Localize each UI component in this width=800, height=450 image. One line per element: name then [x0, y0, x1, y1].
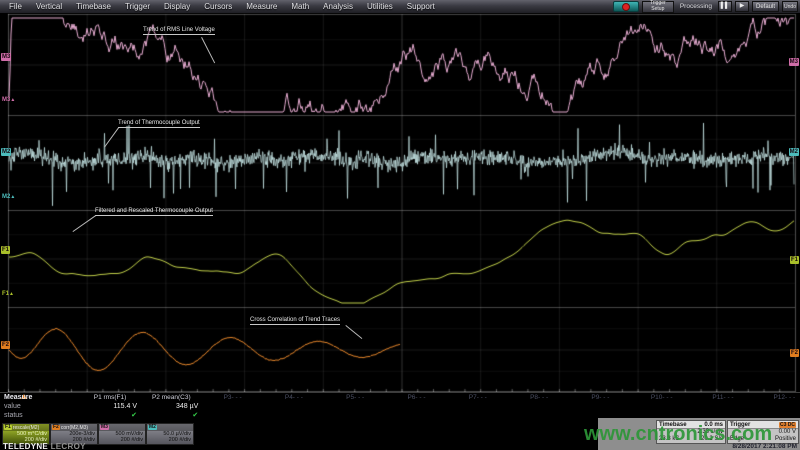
processing-status: Processing	[677, 3, 715, 10]
waveform-grid: M3 M2 F1 F2 M3 M2 F1 F2 M3▲ M2▲ F1▲ Trend of RMS Li…	[0, 13, 800, 392]
default-button[interactable]: Default	[752, 1, 779, 12]
trace-tag-f1: F1	[4, 425, 12, 430]
trigger-mode: Edge	[730, 436, 744, 443]
menu-item-timebase[interactable]: Timebase	[69, 2, 118, 11]
zero-level-marker-f1[interactable]: F1▲	[2, 291, 14, 298]
brand-logo: TELEDYNE LECROY	[3, 442, 86, 450]
menu-item-cursors[interactable]: Cursors	[197, 2, 239, 11]
status-check-icon: ✔	[192, 411, 198, 419]
measure-label: P6- - -	[388, 394, 446, 401]
annotation-leader-f1	[72, 215, 96, 232]
menu-item-support[interactable]: Support	[400, 2, 442, 11]
measure-label: P12- - -	[755, 394, 800, 401]
trace-offset-tag-f1-left[interactable]: F1	[1, 246, 10, 254]
status-check-icon: ✔	[131, 411, 137, 419]
trace-offset-tag-f1-right[interactable]: F1	[790, 256, 799, 264]
measure-label: P8- - -	[510, 394, 568, 401]
timebase-offset: 0.0 ms	[704, 422, 723, 428]
menu-item-analysis[interactable]: Analysis	[316, 2, 360, 11]
trigger-setup-button[interactable]: Trigger Setup	[642, 1, 674, 13]
trigger-source-chip: C3 DC	[779, 422, 796, 428]
measure-label: P10- - -	[633, 394, 691, 401]
measure-row-label: Measure	[4, 394, 32, 401]
menu-item-utilities[interactable]: Utilities	[360, 2, 400, 11]
toolbar: Trigger Setup Processing ▌▌ ▶ Default Un…	[613, 0, 800, 13]
annotation-leader-m2	[104, 127, 119, 147]
menu-items: FileVerticalTimebaseTriggerDisplayCursor…	[2, 0, 442, 13]
menu-item-math[interactable]: Math	[284, 2, 316, 11]
trace-tag-m3: M3	[100, 425, 109, 430]
annotation-leader-f2	[345, 325, 362, 339]
descriptor-value: 200 #/div	[147, 437, 193, 443]
descriptor-header: F2corr(M2,M3)	[51, 424, 97, 431]
measure-value: 115.4 V	[113, 403, 137, 410]
measure-label: P2 mean(C3)	[142, 394, 200, 401]
menu-item-trigger[interactable]: Trigger	[118, 2, 157, 11]
value-row-label: value	[4, 403, 21, 410]
annotation-leader-m3	[201, 37, 215, 63]
timebase-rate: 20.2 S/s	[701, 436, 723, 443]
trace-tag-f2: F2	[52, 425, 60, 430]
timebase-label: Timebase	[659, 422, 687, 428]
menu-item-file[interactable]: File	[2, 2, 29, 11]
trigger-setup-label-2: Setup	[651, 7, 664, 13]
trigger-level: 0.00 V	[779, 429, 796, 436]
annotation-m3: Trend of RMS Line Voltage	[143, 27, 215, 35]
measure-label: P3- - -	[204, 394, 262, 401]
trace-offset-tag-m3-left[interactable]: M3	[1, 53, 11, 61]
descriptor-header: M3	[99, 424, 145, 431]
annotation-f2: Cross Correlation of Trend Traces	[250, 317, 340, 325]
menu-bar: FileVerticalTimebaseTriggerDisplayCursor…	[0, 0, 800, 14]
descriptor-value: 200 #/div	[99, 437, 145, 443]
record-button[interactable]	[613, 1, 639, 12]
oscilloscope-screen: FileVerticalTimebaseTriggerDisplayCursor…	[0, 0, 800, 450]
trace-offset-tag-f2-right[interactable]: F2	[790, 349, 799, 357]
descriptor-header: F1rescale(M2)	[3, 424, 49, 431]
descriptor-m2[interactable]: M250.0 µV/div200 #/div	[146, 423, 194, 445]
measure-label: P5- - -	[326, 394, 384, 401]
measure-value: 348 µV	[176, 403, 198, 410]
descriptor-title: rescale(M2)	[13, 425, 39, 431]
waveform-overlays: M3 M2 F1 F2 M3 M2 F1 F2 M3▲ M2▲ F1▲ Trend of RMS Li…	[0, 13, 800, 392]
pause-button[interactable]: ▌▌	[718, 1, 732, 12]
trace-offset-tag-m2-right[interactable]: M2	[789, 148, 799, 156]
status-row-label: status	[4, 412, 23, 419]
brand-teledyne: TELEDYNE	[3, 442, 48, 450]
measure-label: P7- - -	[449, 394, 507, 401]
descriptor-title: corr(M2,M3)	[61, 425, 88, 431]
menu-item-measure[interactable]: Measure	[239, 2, 284, 11]
trace-tag-m2: M2	[148, 425, 157, 430]
timebase-box[interactable]: Timebase 0.0 ms 2.33 s/div 23.3 kS 20.2 …	[656, 420, 726, 444]
annotation-f1: Filtered and Rescaled Thermocouple Outpu…	[95, 208, 213, 216]
play-button[interactable]: ▶	[735, 1, 749, 12]
measure-label: P4- - -	[265, 394, 323, 401]
trigger-box[interactable]: Trigger C3 DC 0.00 V Edge Positive	[727, 420, 799, 444]
timebase-samples: 23.3 kS	[659, 436, 679, 443]
record-icon	[622, 3, 630, 11]
zero-level-marker-m3[interactable]: M3▲	[2, 97, 15, 104]
datetime-label: 8/28/2017 2:21:08 PM	[732, 443, 797, 450]
menu-item-display[interactable]: Display	[157, 2, 197, 11]
annotation-m2: Trend of Thermocouple Output	[118, 120, 200, 128]
menu-item-vertical[interactable]: Vertical	[29, 2, 69, 11]
measure-label: P11- - -	[694, 394, 752, 401]
trace-offset-tag-f2-left[interactable]: F2	[1, 341, 10, 349]
timebase-scale: 2.33 s/div	[697, 429, 723, 436]
undo-button[interactable]: Undo	[782, 1, 798, 12]
measure-label: P9- - -	[571, 394, 629, 401]
descriptor-header: M2	[147, 424, 193, 431]
descriptor-m3[interactable]: M3500 mV/div200 #/div	[98, 423, 146, 445]
trigger-slope: Positive	[775, 436, 796, 443]
status-panel: Timebase 0.0 ms 2.33 s/div 23.3 kS 20.2 …	[598, 418, 800, 450]
brand-lecroy: LECROY	[51, 442, 86, 450]
measure-label: P1 rms(F1)	[81, 394, 139, 401]
trace-offset-tag-m2-left[interactable]: M2	[1, 148, 11, 156]
trace-offset-tag-m3-right[interactable]: M3	[789, 58, 799, 66]
zero-level-marker-m2[interactable]: M2▲	[2, 194, 15, 201]
trigger-label: Trigger	[730, 422, 750, 428]
